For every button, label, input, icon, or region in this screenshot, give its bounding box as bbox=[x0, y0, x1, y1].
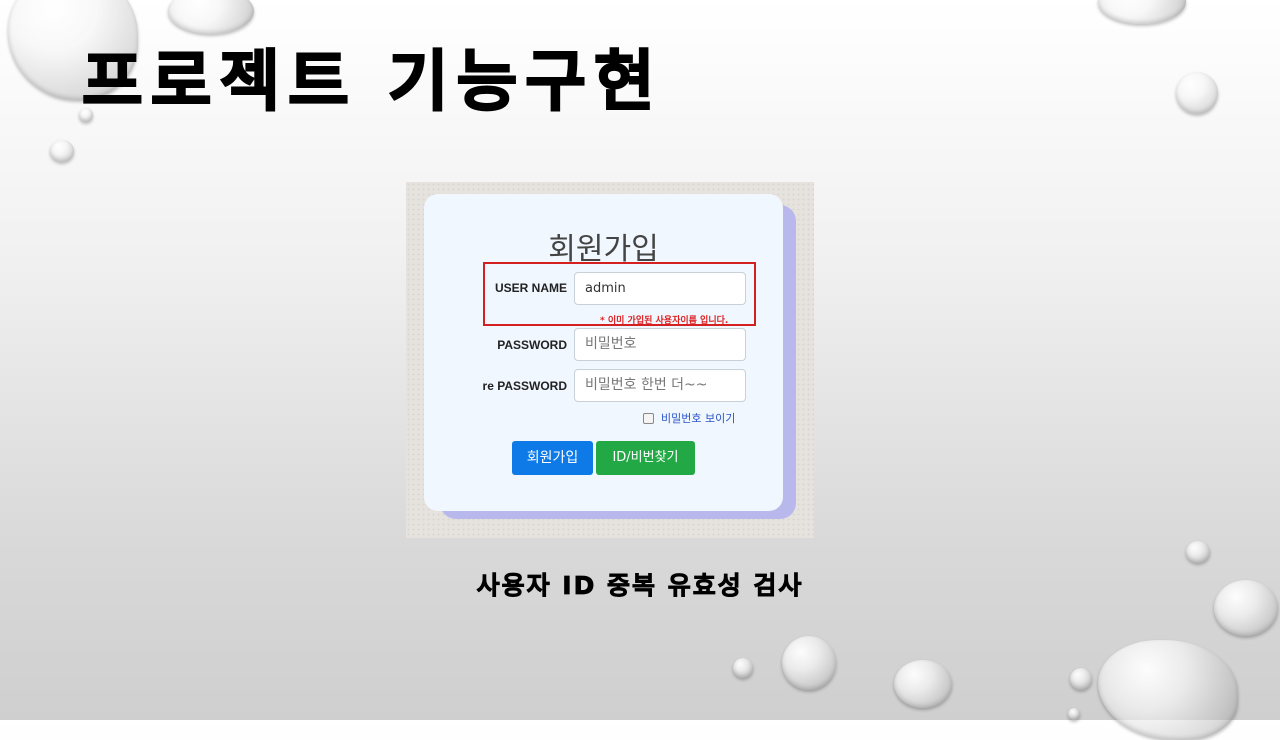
water-drop-decoration bbox=[782, 636, 836, 690]
water-drop-decoration bbox=[1176, 72, 1218, 114]
repassword-label: re PASSWORD bbox=[482, 379, 567, 393]
water-drop-decoration bbox=[1098, 0, 1186, 24]
water-drop-decoration bbox=[1186, 541, 1210, 563]
repassword-input[interactable]: 비밀번호 한번 더~~ bbox=[574, 369, 746, 402]
password-label: PASSWORD bbox=[497, 338, 567, 352]
water-drop-decoration bbox=[1098, 640, 1238, 740]
water-drop-decoration bbox=[733, 658, 753, 678]
water-drop-decoration bbox=[50, 140, 74, 162]
username-error-message: * 이미 가입된 사용자이름 입니다. bbox=[600, 316, 729, 326]
username-input[interactable]: admin bbox=[574, 272, 746, 305]
show-password-label[interactable]: 비밀번호 보이기 bbox=[661, 410, 735, 426]
find-id-password-button[interactable]: ID/비번찾기 bbox=[596, 441, 695, 475]
signup-button[interactable]: 회원가입 bbox=[512, 441, 593, 475]
password-input[interactable]: 비밀번호 bbox=[574, 328, 746, 361]
slide-title: 프로젝트 기능구현 bbox=[81, 42, 663, 121]
water-drop-decoration bbox=[894, 660, 952, 708]
water-drop-decoration bbox=[1070, 668, 1092, 690]
slide-caption: 사용자 ID 중복 유효성 검사 bbox=[476, 571, 804, 601]
water-drop-decoration bbox=[1068, 708, 1080, 720]
username-label: USER NAME bbox=[494, 281, 567, 295]
show-password-checkbox[interactable] bbox=[643, 413, 654, 424]
